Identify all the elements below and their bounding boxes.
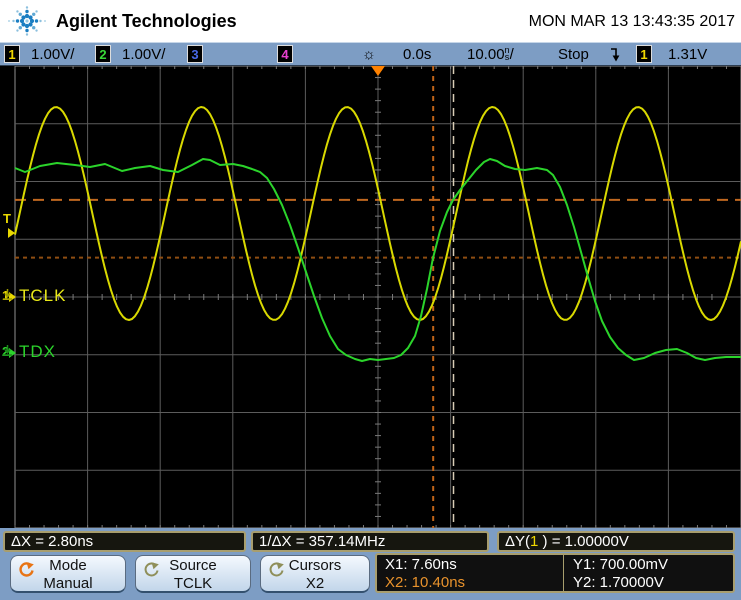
trigger-slope-icon <box>609 46 621 65</box>
channel-2-scale: 1.00V/ <box>122 46 166 63</box>
brand-title: Agilent Technologies <box>56 11 237 31</box>
agilent-logo-icon <box>8 6 46 36</box>
channel-3-badge[interactable]: 3 <box>187 45 203 64</box>
oscilloscope-screen: Agilent Technologies MON MAR 13 13:43:35… <box>0 0 741 600</box>
status-toolbar: 1 1.00V/ 2 1.00V/ 3 4 ☼ 0.0s 10.00 n s / St… <box>0 42 741 66</box>
knob-icon <box>144 562 159 577</box>
x2-readout: X2: 10.40ns <box>385 574 466 591</box>
waveform-display: T 1 2 TCLK TDX <box>0 66 741 528</box>
channel-1-scale: 1.00V/ <box>31 46 75 63</box>
softkey-source-button[interactable]: Source TCLK <box>135 555 251 593</box>
knob-icon <box>269 562 284 577</box>
panel-divider <box>563 555 564 591</box>
softkey-mode-button[interactable]: Mode Manual <box>10 555 126 593</box>
scope-graticule <box>14 66 741 528</box>
channel-4-badge[interactable]: 4 <box>277 45 293 64</box>
trigger-level-marker[interactable]: T <box>3 212 15 238</box>
ch2-ground-marker[interactable]: 2 <box>2 345 17 358</box>
softkey-cursors-button[interactable]: Cursors X2 <box>260 555 370 593</box>
ch2-ground-icon <box>3 345 12 356</box>
trigger-source-badge[interactable]: 1 <box>636 45 652 64</box>
datetime: MON MAR 13 13:43:35 2017 <box>528 13 735 30</box>
channel-2-badge[interactable]: 2 <box>95 45 111 64</box>
x1-readout: X1: 7.60ns <box>385 556 457 573</box>
channel-1-badge[interactable]: 1 <box>4 45 20 64</box>
ch1-ground-marker[interactable]: 1 <box>2 289 17 302</box>
run-state: Stop <box>558 46 589 63</box>
intensity-sun-icon: ☼ <box>362 46 376 63</box>
tclk-trace-label: TCLK <box>19 286 67 305</box>
trigger-level-readout: 1.31V <box>668 46 708 63</box>
inv-delta-x-readout: 1/ΔX = 357.14MHz <box>251 531 489 552</box>
trigger-position-marker[interactable] <box>371 66 385 76</box>
delta-x-readout: ΔX = 2.80ns <box>3 531 246 552</box>
ch1-ground-icon <box>3 289 12 300</box>
delay-readout: 0.0s <box>403 46 432 63</box>
tdx-trace-label: TDX <box>19 342 56 361</box>
knob-icon <box>19 562 34 577</box>
cursor-values-panel: X1: 7.60ns X2: 10.40ns Y1: 700.00mV Y2: … <box>375 553 735 593</box>
y1-readout: Y1: 700.00mV <box>573 556 669 573</box>
y2-readout: Y2: 1.70000V <box>573 574 664 591</box>
header: Agilent Technologies MON MAR 13 13:43:35… <box>0 0 741 42</box>
timebase-readout: 10.00 n s / <box>467 44 514 63</box>
delta-y-readout: ΔY(1 ) = 1.00000V <box>497 531 735 552</box>
